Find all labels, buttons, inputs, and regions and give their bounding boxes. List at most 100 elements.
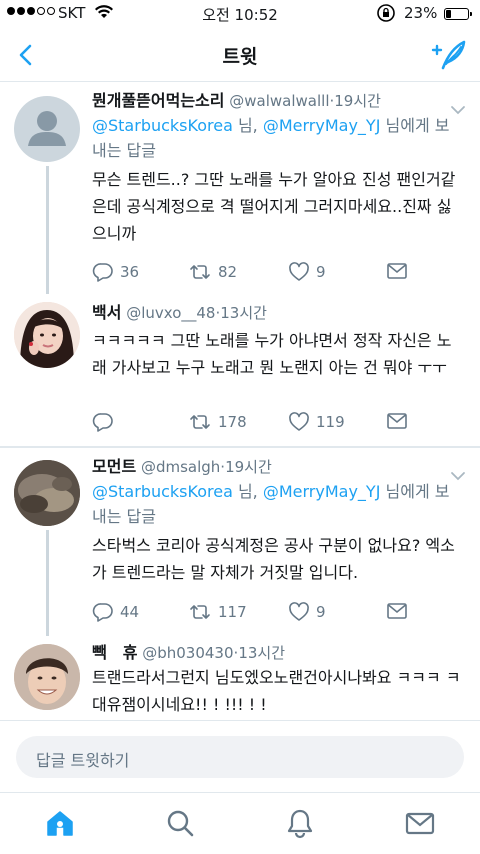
timestamp: 19시간 <box>225 458 272 476</box>
timestamp: 13시간 <box>220 304 267 322</box>
display-name[interactable]: 빽 휴 <box>92 643 137 662</box>
reply-icon <box>92 413 113 432</box>
timestamp: 19시간 <box>334 92 381 110</box>
heart-icon <box>289 262 309 281</box>
tab-home[interactable] <box>44 807 76 839</box>
heart-icon <box>289 412 309 431</box>
direct-message-button[interactable] <box>386 262 408 280</box>
tweet-content: 백서 @luvxo__48·13시간 ㅋㅋㅋㅋㅋ 그딴 노래를 누가 아냐면서 … <box>92 302 464 381</box>
replying-to: @StarbucksKorea 님, @MerryMay_YJ 님에게 보내는 … <box>92 116 450 160</box>
avatar-photo[interactable] <box>14 302 80 368</box>
like-button[interactable]: 119 <box>288 412 345 432</box>
tweet-text: 스타벅스 코리아 공식계정은 공사 구분이 없나요? 엑소가 트렌드라는 말 자… <box>92 536 455 582</box>
chevron-down-icon[interactable] <box>450 466 466 481</box>
heart-icon <box>289 602 309 621</box>
timestamp: 13시간 <box>238 644 285 662</box>
reply-count: 44 <box>120 603 140 621</box>
search-icon <box>167 810 194 837</box>
tab-bar <box>0 792 480 854</box>
avatar-photo[interactable] <box>14 460 80 526</box>
handle: @walwalwalll <box>229 92 330 110</box>
retweet-button[interactable]: 117 <box>188 602 247 622</box>
display-name[interactable]: 백서 <box>92 303 121 322</box>
messages-icon <box>405 812 435 835</box>
tweet-text: ㅋㅋㅋㅋㅋ 그딴 노래를 누가 아냐면서 정작 자신은 노래 가사보고 누구 노… <box>92 331 452 377</box>
envelope-icon <box>387 413 407 429</box>
tweet-content: 모먼트 @dmsalgh·19시간 @StarbucksKorea 님, @Me… <box>92 456 464 586</box>
reply-button[interactable]: 44 <box>92 602 139 622</box>
reply-icon <box>92 603 113 622</box>
like-count: 9 <box>316 603 326 621</box>
thread-line <box>46 530 49 636</box>
profile-photo-icon <box>14 302 80 368</box>
retweet-button[interactable]: 178 <box>188 412 247 432</box>
retweet-icon <box>190 415 210 429</box>
retweet-icon <box>190 265 210 279</box>
reply-icon <box>92 263 113 282</box>
tweet-4[interactable]: 빽 휴 @bh030430·13시간 트랜드라서그런지 님도엤오노랜건아시나봐요… <box>0 636 480 720</box>
tweet-header: 뭔개풀뜯어먹는소리 @walwalwalll·19시간 <box>92 91 381 110</box>
chevron-down-icon[interactable] <box>450 100 466 115</box>
retweet-count: 117 <box>218 603 247 621</box>
tab-notifications[interactable] <box>284 807 316 839</box>
avatar-default[interactable] <box>14 96 80 162</box>
mention-link[interactable]: @StarbucksKorea <box>92 116 233 135</box>
tweet-actions: 178 119 <box>92 412 412 434</box>
reply-button[interactable] <box>92 412 120 432</box>
profile-photo-icon <box>14 644 80 710</box>
tweet-content: 빽 휴 @bh030430·13시간 트랜드라서그런지 님도엤오노랜건아시나봐요… <box>92 642 464 718</box>
compose-feather-icon <box>431 40 466 70</box>
thread-line <box>46 166 49 294</box>
like-button[interactable]: 9 <box>288 602 326 622</box>
tweet-actions: 44 117 9 <box>92 602 412 624</box>
direct-message-button[interactable] <box>386 412 408 430</box>
notifications-icon <box>287 809 313 839</box>
battery-percent: 23% <box>404 4 438 22</box>
tab-search[interactable] <box>164 807 196 839</box>
status-bar: SKT 오전 10:52 23% <box>0 0 480 28</box>
tweet-header: 빽 휴 @bh030430·13시간 <box>92 643 285 662</box>
home-icon <box>47 811 73 836</box>
tab-messages[interactable] <box>404 807 436 839</box>
like-button[interactable]: 9 <box>288 262 326 282</box>
like-count: 9 <box>316 263 326 281</box>
reply-bar: 답글 트윗하기 <box>0 720 480 792</box>
mention-link[interactable]: @MerryMay_YJ <box>263 116 381 135</box>
tweet-text: 무슨 트렌드..? 그딴 노래를 누가 알아요 진성 팬인거같은데 공식계정으로… <box>92 170 456 243</box>
tweet-header: 모먼트 @dmsalgh·19시간 <box>92 457 272 476</box>
retweet-count: 178 <box>218 413 247 431</box>
handle: @bh030430 <box>142 644 234 662</box>
avatar-photo[interactable] <box>14 644 80 710</box>
display-name[interactable]: 뭔개풀뜯어먹는소리 <box>92 91 224 110</box>
page-title: 트윗 <box>222 46 258 68</box>
tweet-actions: 36 82 9 <box>92 262 412 284</box>
retweet-icon <box>190 605 210 619</box>
handle: @luvxo__48 <box>126 304 216 322</box>
retweet-button[interactable]: 82 <box>188 262 237 282</box>
compose-tweet-button[interactable] <box>430 38 468 72</box>
mention-link[interactable]: @MerryMay_YJ <box>263 482 381 501</box>
mention-link[interactable]: @StarbucksKorea <box>92 482 233 501</box>
reply-tweet-input[interactable]: 답글 트윗하기 <box>16 736 464 778</box>
tweet-3[interactable]: 모먼트 @dmsalgh·19시간 @StarbucksKorea 님, @Me… <box>0 448 480 636</box>
rotation-lock-icon <box>376 3 396 27</box>
display-name[interactable]: 모먼트 <box>92 457 136 476</box>
reply-button[interactable]: 36 <box>92 262 139 282</box>
like-count: 119 <box>316 413 345 431</box>
nav-bar: 트윗 <box>0 28 480 82</box>
tweet-content: 뭔개풀뜯어먹는소리 @walwalwalll·19시간 @StarbucksKo… <box>92 90 464 247</box>
envelope-icon <box>387 603 407 619</box>
retweet-count: 82 <box>218 263 238 281</box>
profile-photo-icon <box>14 460 80 526</box>
tweet-1[interactable]: 뭔개풀뜯어먹는소리 @walwalwalll·19시간 @StarbucksKo… <box>0 82 480 294</box>
default-profile-icon <box>28 111 66 146</box>
reply-count: 36 <box>120 263 140 281</box>
direct-message-button[interactable] <box>386 602 408 620</box>
envelope-icon <box>387 263 407 279</box>
handle: @dmsalgh <box>140 458 221 476</box>
tweet-header: 백서 @luvxo__48·13시간 <box>92 303 267 322</box>
tweet-2[interactable]: 백서 @luvxo__48·13시간 ㅋㅋㅋㅋㅋ 그딴 노래를 누가 아냐면서 … <box>0 294 480 446</box>
battery-icon <box>444 8 472 20</box>
tweet-text: 트랜드라서그런지 님도엤오노랜건아시나봐요 ㅋㅋㅋ ㅋ 대유잼이시네요!! ! … <box>92 668 461 714</box>
replying-to: @StarbucksKorea 님, @MerryMay_YJ 님에게 보내는 … <box>92 482 450 526</box>
